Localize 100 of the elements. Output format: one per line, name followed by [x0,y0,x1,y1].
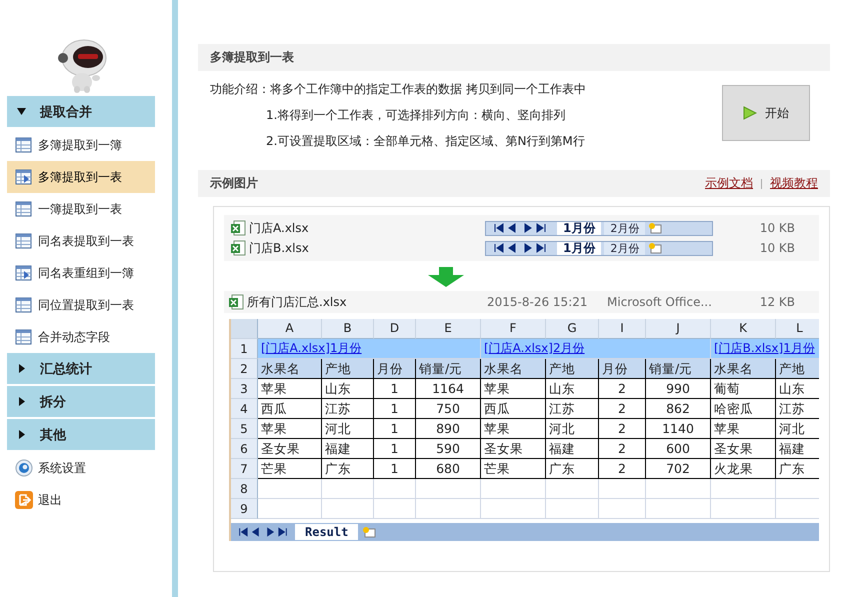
spreadsheet-icon [15,264,33,282]
row-header: 3 [231,379,258,399]
table-cell: 750 [416,399,481,419]
table-cell: 产地 [322,359,374,379]
row-header: 7 [231,459,258,479]
table-cell: 江苏 [776,399,819,419]
table-cell: 西瓜 [258,399,322,419]
table-cell: 月份 [599,359,646,379]
excel-file-icon [230,240,246,256]
exit-icon [15,491,33,509]
table-cell: 1164 [416,379,481,399]
table-cell: 芒果 [258,459,322,479]
column-header: K [711,319,776,339]
excel-file-icon [230,220,246,236]
new-sheet-icon[interactable] [362,526,376,538]
section-header[interactable]: 提取合并 [7,96,155,127]
row-header: 6 [231,439,258,459]
sidebar-item[interactable]: 系统设置 [7,452,155,484]
table-cell: 河北 [776,419,819,439]
column-header: A [258,319,322,339]
settings-icon [15,459,33,477]
sidebar-item[interactable]: 退出 [7,484,155,516]
excel-file-icon [228,294,244,310]
table-cell [258,499,322,519]
sheet-tab[interactable]: Result [295,524,358,540]
link[interactable]: 视频教程 [770,175,818,192]
sidebar-item[interactable]: 合并动态字段 [7,321,155,353]
table-cell [546,499,599,519]
feature-point: 2.可设置提取区域：全部单元格、指定区域、第N行到第M行 [265,133,586,150]
file-type: Microsoft Office... [607,295,712,309]
table-cell: 1 [374,419,416,439]
link[interactable]: 示例文档 [705,175,753,192]
new-sheet-icon[interactable] [648,222,662,234]
start-button[interactable]: 开始 [722,85,810,141]
play-icon [743,106,757,120]
table-cell: 火龙果 [711,459,776,479]
file-size: 10 KB [760,221,795,235]
column-header: F [481,319,546,339]
table-cell [374,479,416,499]
sheet-tab[interactable]: 2月份 [604,242,646,254]
table-cell: 芒果 [481,459,546,479]
table-cell: 2 [599,439,646,459]
sidebar-item[interactable]: 同名表提取到一表 [7,225,155,257]
down-arrow-icon [428,267,464,287]
sheet-tab[interactable]: 1月份 [557,242,602,254]
table-cell: 2 [599,419,646,439]
sidebar-item[interactable]: 一簿提取到一表 [7,193,155,225]
table-cell: 水果名 [711,359,776,379]
spreadsheet-icon [15,296,33,314]
row-header: 8 [231,479,258,499]
spreadsheet-icon [15,168,33,186]
table-cell [258,479,322,499]
table-cell: 水果名 [258,359,322,379]
sheet-tab[interactable]: 1月份 [557,222,602,234]
sidebar-item[interactable]: 多簿提取到一表 [7,161,155,193]
row-header: 5 [231,419,258,439]
section-header[interactable]: 拆分 [7,386,155,417]
table-cell: 862 [646,399,711,419]
table-cell: 哈密瓜 [711,399,776,419]
table-cell: 2 [599,399,646,419]
sidebar-item[interactable]: 同名表重组到一簿 [7,257,155,289]
column-header: I [599,319,646,339]
sidebar-item[interactable]: 同位置提取到一表 [7,289,155,321]
new-sheet-icon[interactable] [648,242,662,254]
section-title: 多簿提取到一表 [210,49,294,66]
table-cell: 产地 [546,359,599,379]
caret-icon [17,397,26,406]
table-cell: 福建 [546,439,599,459]
table-cell: 890 [416,419,481,439]
table-cell: 福建 [776,439,819,459]
table-cell [599,499,646,519]
sidebar-item[interactable]: 多簿提取到一簿 [7,129,155,161]
feature-point: 1.将得到一个工作表，可选择排列方向：横向、竖向排列 [265,107,566,124]
section-title: 示例图片 [210,175,258,192]
column-header: D [374,319,416,339]
file-name: 门店A.xlsx [249,220,310,236]
table-cell: 广东 [776,459,819,479]
table-cell: 苹果 [258,419,322,439]
table-cell: 水果名 [481,359,546,379]
table-cell: 1140 [646,419,711,439]
table-cell: 山东 [546,379,599,399]
table-cell: 苹果 [481,379,546,399]
section-header[interactable]: 其他 [7,419,155,450]
table-cell: 销量/元 [416,359,481,379]
sheet-tab[interactable]: 2月份 [604,222,646,234]
column-header: J [646,319,711,339]
section-header[interactable]: 汇总统计 [7,353,155,384]
caret-icon [17,107,26,116]
spreadsheet-icon [15,200,33,218]
table-cell: 河北 [546,419,599,439]
table-cell [416,479,481,499]
caret-icon [17,364,26,373]
table-cell: 680 [416,459,481,479]
file-name: 门店B.xlsx [249,240,310,256]
file-name: 所有门店汇总.xlsx [247,294,348,310]
table-cell: 广东 [322,459,374,479]
table-cell: 产地 [776,359,819,379]
table-cell: 苹果 [711,419,776,439]
table-cell: 广东 [546,459,599,479]
table-cell [481,499,546,519]
